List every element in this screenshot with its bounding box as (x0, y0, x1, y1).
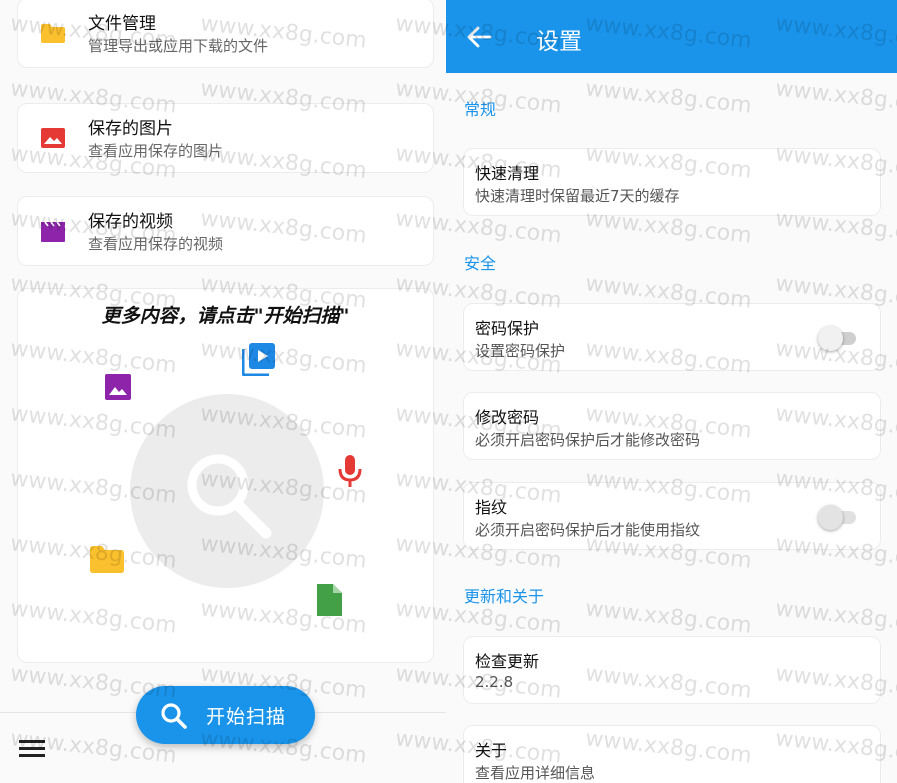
video-clapper-icon (41, 221, 65, 242)
section-update-about: 更新和关于 (464, 587, 545, 606)
back-arrow-icon[interactable] (466, 24, 492, 50)
settings-screen: 设置 常规 快速清理 快速清理时保留最近7天的缓存 安全 密码保护 设置密码保护… (446, 0, 897, 783)
folder-icon (90, 546, 124, 573)
image-icon (105, 374, 131, 400)
item-title: 关于 (475, 741, 508, 760)
scan-area: 更多内容，请点击"开始扫描" (17, 288, 434, 663)
change-password-item[interactable]: 修改密码 必须开启密码保护后才能修改密码 (463, 392, 881, 460)
folder-icon (41, 24, 65, 43)
item-title: 检查更新 (475, 652, 540, 671)
document-icon (317, 584, 342, 616)
fingerprint-item[interactable]: 指纹 必须开启密码保护后才能使用指纹 (463, 482, 881, 550)
check-update-item[interactable]: 检查更新 2.2.8 (463, 636, 881, 704)
image-icon (41, 128, 65, 148)
item-subtitle: 查看应用详细信息 (475, 764, 596, 782)
password-protection-item[interactable]: 密码保护 设置密码保护 (463, 303, 881, 371)
version-text: 2.2.8 (475, 673, 514, 691)
item-title: 快速清理 (475, 164, 540, 183)
start-scan-button[interactable]: 开始扫描 (136, 686, 315, 744)
scan-hint: 更多内容，请点击"开始扫描" (101, 305, 350, 327)
search-icon (161, 703, 187, 729)
scan-circle (130, 394, 324, 588)
card-title: 文件管理 (88, 14, 156, 34)
file-manager-screen: 文件管理 管理导出或应用下载的文件 保存的图片 查看应用保存的图片 保存的视频 … (0, 0, 446, 783)
quick-clean-item[interactable]: 快速清理 快速清理时保留最近7天的缓存 (463, 148, 881, 216)
item-subtitle: 必须开启密码保护后才能使用指纹 (475, 521, 701, 539)
hamburger-menu-icon[interactable] (19, 740, 45, 758)
section-security: 安全 (464, 254, 497, 273)
item-subtitle: 必须开启密码保护后才能修改密码 (475, 431, 701, 449)
file-management-card[interactable]: 文件管理 管理导出或应用下载的文件 (17, 0, 434, 68)
scan-button-label: 开始扫描 (206, 706, 287, 728)
saved-images-card[interactable]: 保存的图片 查看应用保存的图片 (17, 103, 434, 173)
card-subtitle: 管理导出或应用下载的文件 (88, 37, 269, 55)
item-title: 指纹 (475, 498, 508, 517)
card-subtitle: 查看应用保存的图片 (88, 142, 224, 160)
screenshot-root: 文件管理 管理导出或应用下载的文件 保存的图片 查看应用保存的图片 保存的视频 … (0, 0, 897, 783)
page-title: 设置 (536, 29, 582, 55)
microphone-icon (338, 455, 362, 487)
item-subtitle: 设置密码保护 (475, 342, 566, 360)
about-item[interactable]: 关于 查看应用详细信息 (463, 725, 881, 783)
saved-videos-card[interactable]: 保存的视频 查看应用保存的视频 (17, 196, 434, 266)
card-subtitle: 查看应用保存的视频 (88, 235, 224, 253)
video-library-icon (242, 343, 275, 376)
card-title: 保存的视频 (88, 212, 173, 232)
app-bar: 设置 (446, 0, 897, 73)
fingerprint-toggle[interactable] (818, 505, 858, 530)
card-title: 保存的图片 (88, 119, 173, 139)
section-general: 常规 (464, 100, 497, 119)
password-protection-toggle[interactable] (818, 326, 858, 351)
magnifier-icon (187, 454, 272, 539)
item-title: 修改密码 (475, 408, 540, 427)
item-subtitle: 快速清理时保留最近7天的缓存 (475, 187, 680, 205)
item-title: 密码保护 (475, 319, 540, 338)
